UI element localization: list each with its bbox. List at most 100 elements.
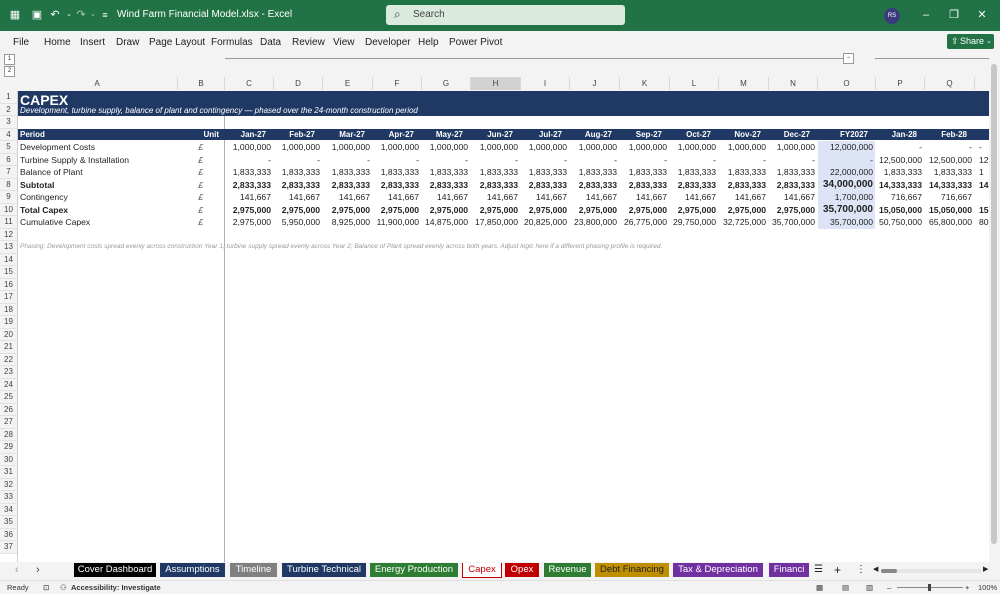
hscroll-thumb[interactable]: [881, 569, 897, 573]
row-header[interactable]: 1: [0, 91, 17, 104]
select-all-corner[interactable]: [0, 77, 18, 90]
row-header[interactable]: 6: [0, 153, 17, 166]
sheet-tab-tax-depreciation[interactable]: Tax & Depreciation: [673, 563, 763, 577]
undo-icon[interactable]: ↶: [48, 8, 62, 22]
row-header[interactable]: 34: [0, 503, 17, 516]
accessibility-status[interactable]: Accessibility: Investigate: [71, 583, 161, 592]
normal-view-icon[interactable]: ▦: [816, 583, 823, 592]
column-header-c[interactable]: C: [225, 77, 274, 90]
row-header[interactable]: 33: [0, 491, 17, 504]
row-header[interactable]: 2: [0, 103, 17, 116]
column-header-d[interactable]: D: [274, 77, 323, 90]
tab-page-layout[interactable]: Page Layout: [149, 37, 205, 48]
row-header[interactable]: 22: [0, 353, 17, 366]
row-header[interactable]: 29: [0, 441, 17, 454]
column-header-o[interactable]: O: [818, 77, 876, 90]
row-header[interactable]: 8: [0, 178, 17, 191]
column-header-m[interactable]: M: [719, 77, 769, 90]
customize-toolbar-icon[interactable]: ≡: [98, 8, 112, 22]
scroll-tabs-left-icon[interactable]: ‹: [15, 564, 19, 576]
more-options-icon[interactable]: ⋮: [856, 564, 866, 575]
column-header-p[interactable]: P: [876, 77, 925, 90]
sheet-list-icon[interactable]: ☰: [814, 564, 823, 575]
row-header[interactable]: 14: [0, 253, 17, 266]
row-header[interactable]: 21: [0, 341, 17, 354]
scroll-thumb[interactable]: [991, 64, 997, 544]
tab-help[interactable]: Help: [418, 37, 439, 48]
row-header[interactable]: 35: [0, 516, 17, 529]
accessibility-icon[interactable]: ⚇: [60, 583, 67, 592]
row-header[interactable]: 9: [0, 191, 17, 204]
hscroll-right-icon[interactable]: ▶: [983, 565, 988, 573]
tab-developer[interactable]: Developer: [365, 37, 411, 48]
row-header[interactable]: 15: [0, 266, 17, 279]
column-header-n[interactable]: N: [769, 77, 818, 90]
row-header[interactable]: 30: [0, 453, 17, 466]
macro-record-icon[interactable]: ⊡: [43, 583, 49, 592]
sheet-tab-revenue[interactable]: Revenue: [544, 563, 591, 577]
vertical-scrollbar[interactable]: [989, 52, 1000, 562]
sheet-tab-timeline[interactable]: Timeline: [230, 563, 277, 577]
scroll-tabs-right-icon[interactable]: ›: [36, 564, 40, 576]
worksheet-grid[interactable]: 1 2 3 4 5 6 7 8 9 10 11 12 13 14 15 16 17 18 19 20 21 22 23 24 2…: [0, 91, 989, 562]
tab-data[interactable]: Data: [260, 37, 281, 48]
search-input[interactable]: ⌕ Search: [386, 5, 625, 25]
tab-insert[interactable]: Insert: [80, 37, 105, 48]
column-header-g[interactable]: G: [422, 77, 471, 90]
row-header[interactable]: 7: [0, 166, 17, 179]
outline-level-1-button[interactable]: 1: [4, 54, 15, 65]
row-header[interactable]: 36: [0, 528, 17, 541]
share-button[interactable]: ⇪ Share ⌄: [947, 34, 994, 49]
row-header[interactable]: 28: [0, 428, 17, 441]
collapse-group-button[interactable]: −: [843, 53, 854, 64]
zoom-in-icon[interactable]: +: [965, 583, 969, 592]
outline-level-2-button[interactable]: 2: [4, 66, 15, 77]
tab-review[interactable]: Review: [292, 37, 325, 48]
sheet-tab-debt-financing[interactable]: Debt Financing: [595, 563, 669, 577]
row-header[interactable]: 25: [0, 391, 17, 404]
sheet-tab-capex[interactable]: Capex: [462, 563, 502, 578]
row-header[interactable]: 20: [0, 328, 17, 341]
row-header[interactable]: 16: [0, 278, 17, 291]
tab-home[interactable]: Home: [44, 37, 71, 48]
page-layout-view-icon[interactable]: ▤: [842, 583, 849, 592]
close-icon[interactable]: ✕: [974, 8, 990, 22]
hscroll-left-icon[interactable]: ◀: [873, 565, 878, 573]
row-header[interactable]: 5: [0, 141, 17, 154]
row-header[interactable]: 3: [0, 116, 17, 129]
page-break-view-icon[interactable]: ▥: [866, 583, 873, 592]
tab-power-pivot[interactable]: Power Pivot: [449, 37, 502, 48]
sheet-tab-cover-dashboard[interactable]: Cover Dashboard: [74, 563, 156, 577]
row-header[interactable]: 26: [0, 403, 17, 416]
zoom-out-icon[interactable]: –: [887, 583, 891, 592]
zoom-level[interactable]: 100%: [978, 583, 997, 592]
row-header[interactable]: 4: [0, 128, 17, 141]
tab-draw[interactable]: Draw: [116, 37, 139, 48]
add-sheet-icon[interactable]: +: [834, 563, 841, 577]
row-header[interactable]: 23: [0, 366, 17, 379]
row-header[interactable]: 10: [0, 203, 17, 216]
sheet-tab-opex[interactable]: Opex: [505, 563, 539, 577]
minimize-icon[interactable]: –: [918, 8, 934, 22]
row-header[interactable]: 17: [0, 291, 17, 304]
save-icon[interactable]: ▣: [30, 8, 44, 22]
avatar[interactable]: RS: [884, 8, 900, 24]
column-header-f[interactable]: F: [373, 77, 422, 90]
tab-formulas[interactable]: Formulas: [211, 37, 253, 48]
column-header-q[interactable]: Q: [925, 77, 975, 90]
row-header[interactable]: 13: [0, 241, 17, 254]
tab-view[interactable]: View: [333, 37, 355, 48]
tab-file[interactable]: File: [13, 37, 29, 48]
sheet-tab-energy-production[interactable]: Energy Production: [370, 563, 458, 577]
column-header-h[interactable]: H: [471, 77, 521, 90]
row-header[interactable]: 18: [0, 303, 17, 316]
column-header-i[interactable]: I: [521, 77, 570, 90]
column-header-e[interactable]: E: [323, 77, 373, 90]
column-header-k[interactable]: K: [620, 77, 670, 90]
horizontal-scrollbar[interactable]: [881, 569, 981, 573]
row-header[interactable]: 11: [0, 216, 17, 229]
row-header[interactable]: 37: [0, 541, 17, 554]
column-header-b[interactable]: B: [178, 77, 225, 90]
sheet-tab-financi[interactable]: Financi: [769, 563, 809, 577]
sheet-tab-turbine-technical[interactable]: Turbine Technical: [282, 563, 366, 577]
